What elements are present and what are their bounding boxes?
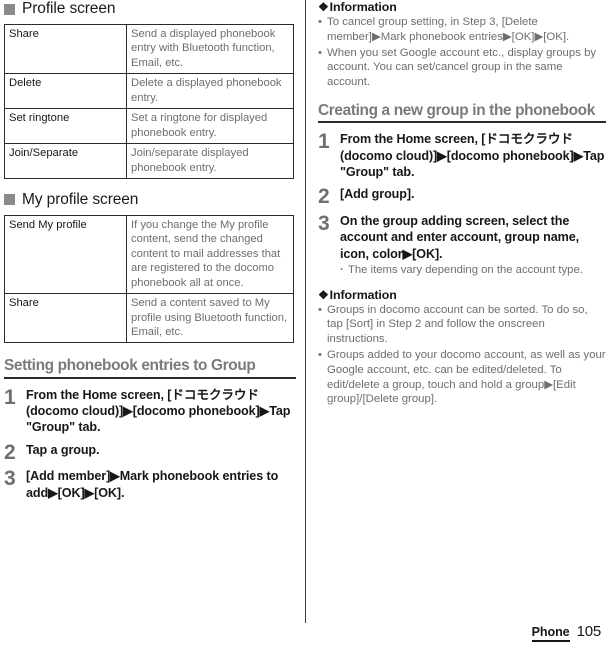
profile-screen-heading: Profile screen bbox=[4, 0, 296, 18]
information-list-item: When you set Google account etc., displa… bbox=[318, 46, 606, 90]
step-text: From the Home screen, [ドコモクラウド (docomo c… bbox=[26, 387, 291, 435]
table-row: Delete Delete a displayed phonebook entr… bbox=[4, 73, 294, 110]
table-cell-value: Send a content saved to My profile using… bbox=[126, 293, 294, 344]
square-bullet-icon bbox=[4, 194, 15, 206]
table-cell-key: Send My profile bbox=[4, 214, 127, 295]
table-cell-key: Set ringtone bbox=[4, 108, 127, 145]
information-heading-label: Information bbox=[329, 287, 397, 302]
step-number: 3 bbox=[4, 467, 16, 491]
table-cell-value: Send a displayed phonebook entry with Bl… bbox=[126, 23, 294, 75]
column-divider bbox=[305, 0, 306, 623]
my-profile-screen-heading: My profile screen bbox=[4, 191, 296, 209]
step-number: 1 bbox=[318, 130, 330, 154]
step-text: [Add member]▶Mark phonebook entries to a… bbox=[26, 469, 279, 500]
information-list-item: Groups added to your docomo account, as … bbox=[318, 348, 606, 407]
table-row: Set ringtone Set a ringtone for displaye… bbox=[4, 108, 294, 145]
table-cell-key: Share bbox=[4, 293, 127, 344]
square-bullet-icon bbox=[4, 3, 15, 15]
step-number: 2 bbox=[4, 440, 16, 464]
step-text: From the Home screen, [ドコモクラウド (docomo c… bbox=[340, 132, 605, 180]
step-item: 2 Tap a group. bbox=[4, 442, 296, 463]
table-cell-value: If you change the My profile content, se… bbox=[126, 214, 294, 295]
step-note: The items vary depending on the account … bbox=[340, 263, 606, 277]
profile-screen-table: Share Send a displayed phonebook entry w… bbox=[4, 23, 294, 179]
information-list-item: To cancel group setting, in Step 3, [Del… bbox=[318, 15, 606, 45]
information-heading-label: Information bbox=[329, 0, 397, 14]
information-heading-top: ❖ Information bbox=[318, 0, 606, 14]
footer-chapter-label: Phone bbox=[531, 625, 570, 642]
table-cell-value: Set a ringtone for displayed phonebook e… bbox=[126, 108, 294, 145]
table-row: Send My profile If you change the My pro… bbox=[4, 214, 294, 295]
step-number: 1 bbox=[4, 385, 16, 409]
right-column: ❖ Information To cancel group setting, i… bbox=[318, 0, 606, 407]
information-diamond-icon: ❖ bbox=[318, 0, 329, 14]
step-text: Tap a group. bbox=[26, 442, 100, 457]
table-cell-key: Delete bbox=[4, 73, 127, 110]
information-heading-bottom: ❖ Information bbox=[318, 288, 606, 302]
step-number: 3 bbox=[318, 211, 330, 235]
step-item: 3 [Add member]▶Mark phonebook entries to… bbox=[4, 468, 296, 501]
creating-group-section-heading: Creating a new group in the phonebook bbox=[318, 102, 606, 124]
page-footer: Phone 105 bbox=[0, 623, 609, 642]
table-cell-value: Join/separate displayed phonebook entry. bbox=[126, 143, 294, 179]
footer-page-number: 105 bbox=[576, 623, 602, 640]
information-list-item: Groups in docomo account can be sorted. … bbox=[318, 303, 606, 347]
table-cell-key: Join/Separate bbox=[4, 143, 127, 179]
setting-group-section-heading: Setting phonebook entries to Group bbox=[4, 357, 296, 379]
step-item: 3 On the group adding screen, select the… bbox=[318, 213, 606, 278]
table-row: Share Send a displayed phonebook entry w… bbox=[4, 23, 294, 75]
step-text: On the group adding screen, select the a… bbox=[340, 213, 580, 261]
table-cell-key: Share bbox=[4, 23, 127, 75]
table-cell-value: Delete a displayed phonebook entry. bbox=[126, 73, 294, 110]
table-row: Share Send a content saved to My profile… bbox=[4, 293, 294, 344]
manual-page: Profile screen Share Send a displayed ph… bbox=[0, 0, 609, 648]
profile-screen-heading-label: Profile screen bbox=[22, 0, 116, 17]
information-diamond-icon: ❖ bbox=[318, 287, 329, 302]
left-column: Profile screen Share Send a displayed ph… bbox=[4, 0, 296, 501]
step-item: 2 [Add group]. bbox=[318, 185, 606, 209]
step-number: 2 bbox=[318, 185, 330, 209]
step-item: 1 From the Home screen, [ドコモクラウド (docomo… bbox=[4, 387, 296, 436]
step-item: 1 From the Home screen, [ドコモクラウド (docomo… bbox=[318, 131, 606, 180]
my-profile-screen-heading-label: My profile screen bbox=[22, 190, 139, 208]
my-profile-screen-table: Send My profile If you change the My pro… bbox=[4, 214, 294, 344]
step-text: [Add group]. bbox=[340, 187, 415, 202]
table-row: Join/Separate Join/separate displayed ph… bbox=[4, 143, 294, 179]
